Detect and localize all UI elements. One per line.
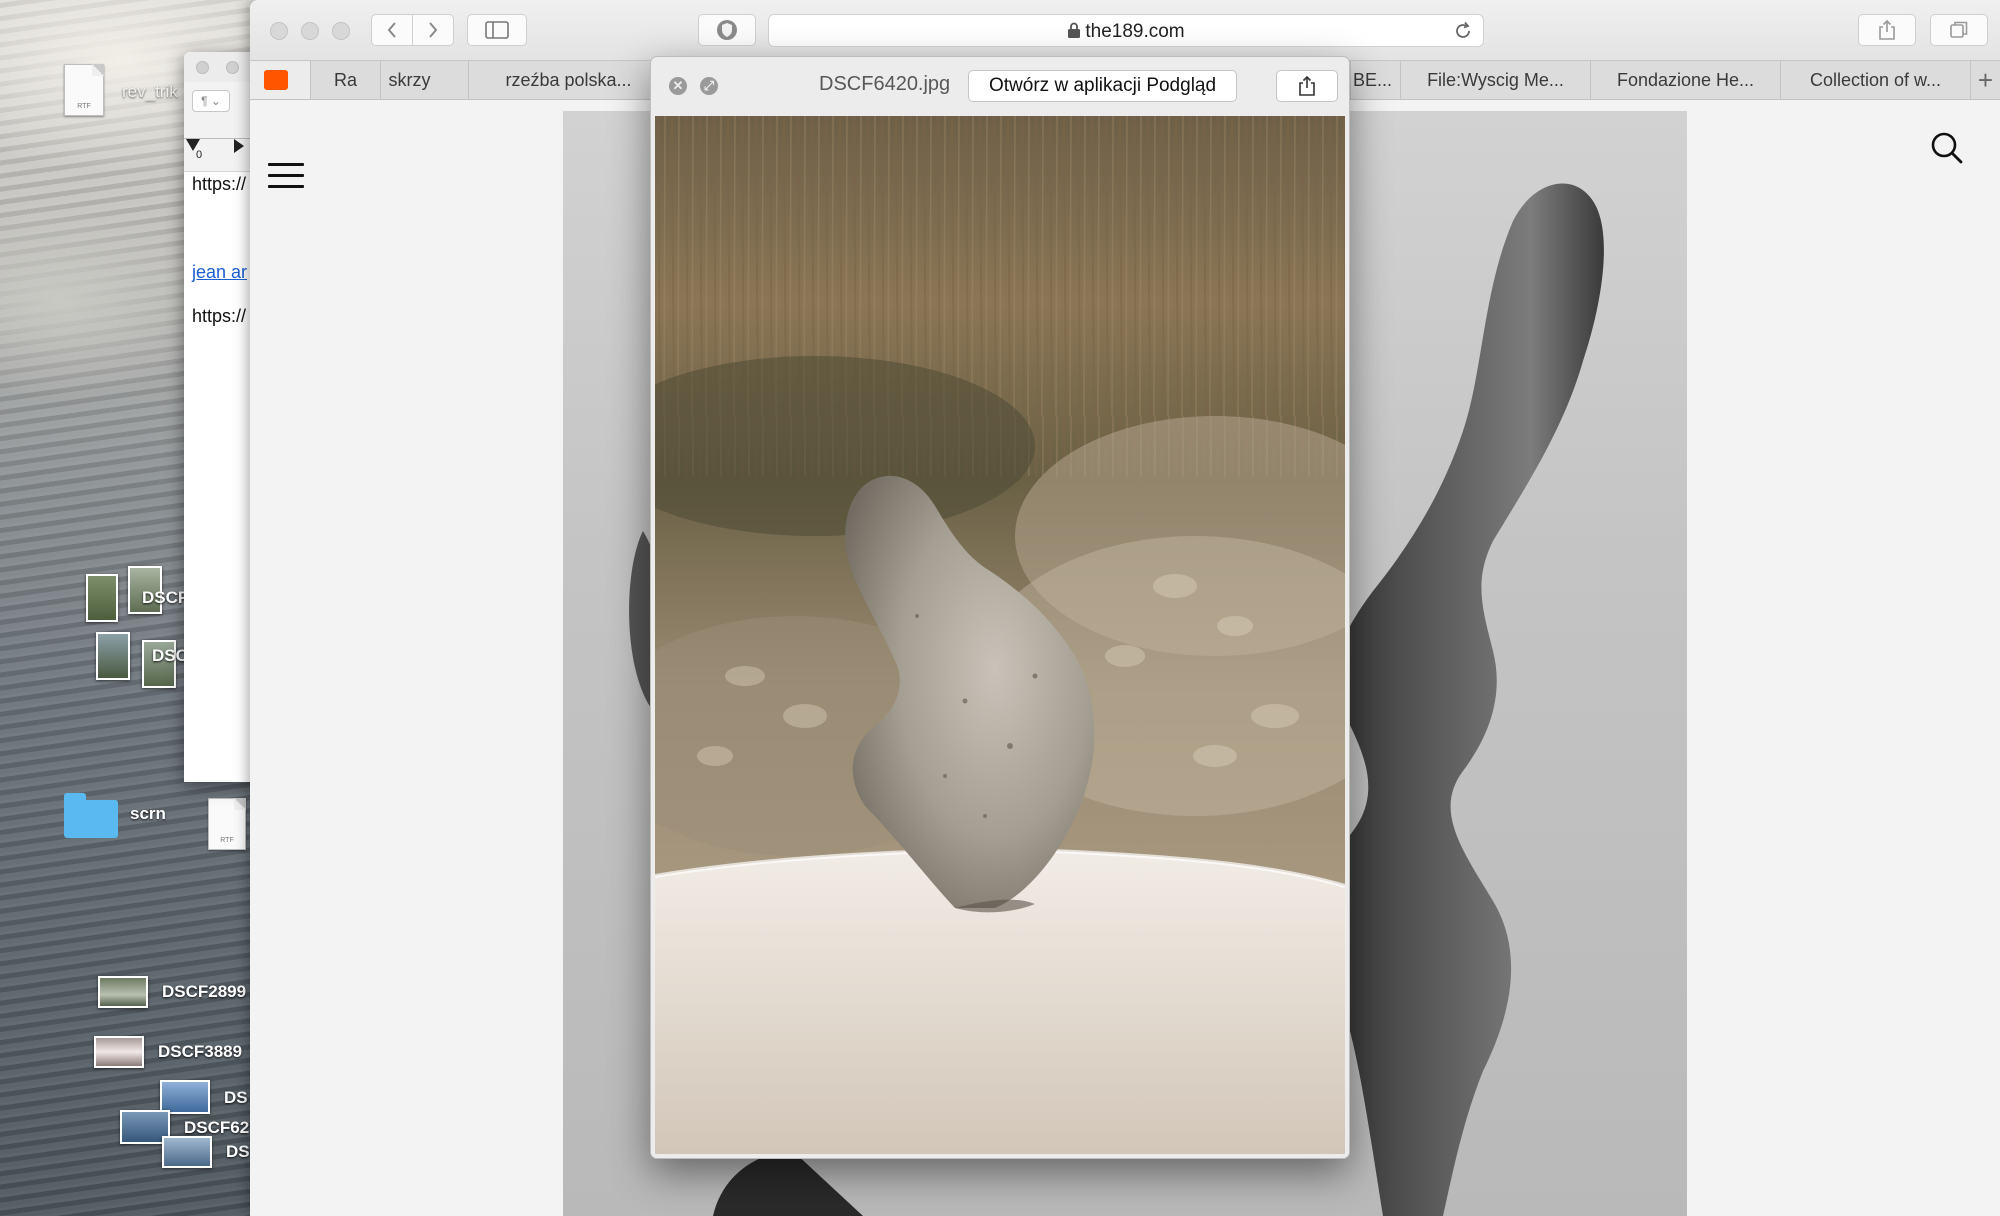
photo-thumbnail[interactable] xyxy=(160,1080,210,1114)
ruler-zero-label: 0 xyxy=(196,149,203,161)
window-minimize-button[interactable] xyxy=(301,22,319,40)
tabs-overview-icon xyxy=(1950,21,1968,38)
document-text-line[interactable]: https:// xyxy=(192,174,246,195)
document-link[interactable]: jean ar xyxy=(192,262,247,283)
hamburger-menu-icon[interactable] xyxy=(268,163,304,189)
desktop-item-label[interactable]: DSC xyxy=(152,646,188,666)
desktop-item-label[interactable]: DS xyxy=(226,1142,250,1162)
address-url[interactable]: the189.com xyxy=(769,21,1483,43)
desktop-item-label[interactable]: DSCF3889 xyxy=(158,1042,242,1062)
soundcloud-icon xyxy=(264,70,288,90)
quicklook-share-button[interactable] xyxy=(1276,70,1338,102)
share-icon xyxy=(1299,75,1315,96)
reload-icon[interactable] xyxy=(1453,21,1473,41)
privacy-extension-button[interactable] xyxy=(698,14,756,46)
stone-sculpture-photo xyxy=(655,116,1345,1154)
sidebar-button[interactable] xyxy=(467,14,527,46)
tab-item[interactable]: Ra xyxy=(310,61,380,99)
desktop-item-label[interactable]: scrn xyxy=(130,804,166,824)
chevron-left-icon xyxy=(387,22,396,38)
tab-overview-button[interactable] xyxy=(1930,14,1988,46)
new-tab-button[interactable]: + xyxy=(1970,61,2000,99)
tab-marker-icon[interactable] xyxy=(234,139,244,153)
photo-thumbnail[interactable] xyxy=(162,1136,212,1168)
window-close-button[interactable] xyxy=(270,22,288,40)
photo-thumbnail[interactable] xyxy=(96,632,130,680)
fullscreen-icon[interactable]: ⤢ xyxy=(700,77,718,95)
quicklook-header: ✕ ⤢ DSCF6420.jpg Otwórz w aplikacji Podg… xyxy=(651,57,1349,113)
search-icon[interactable] xyxy=(1930,131,1964,165)
sidebar-icon xyxy=(485,21,509,39)
desktop-item-label[interactable]: rev_trik xyxy=(122,82,178,102)
minimize-button[interactable] xyxy=(226,61,239,74)
lock-icon xyxy=(1068,22,1081,38)
quicklook-filename: DSCF6420.jpg xyxy=(819,73,951,95)
tab-soundcloud[interactable] xyxy=(250,61,310,99)
tab-item[interactable]: BE... xyxy=(1350,61,1400,99)
photo-thumbnail[interactable] xyxy=(98,976,148,1008)
desktop-item-label[interactable]: DSCF xyxy=(142,588,188,608)
back-button[interactable] xyxy=(371,14,413,46)
folder-icon[interactable] xyxy=(64,793,118,838)
url-text: the189.com xyxy=(1085,21,1185,42)
open-in-preview-button[interactable]: Otwórz w aplikacji Podgląd xyxy=(968,70,1238,102)
share-icon xyxy=(1879,19,1895,40)
close-button[interactable] xyxy=(196,61,209,74)
forward-button[interactable] xyxy=(412,14,454,46)
address-bar[interactable]: the189.com xyxy=(768,14,1484,47)
paragraph-style-dropdown[interactable]: ¶ ⌄ xyxy=(192,90,230,112)
tab-item[interactable]: Fondazione He... xyxy=(1590,61,1780,99)
quicklook-panel[interactable]: ✕ ⤢ DSCF6420.jpg Otwórz w aplikacji Podg… xyxy=(650,56,1350,1159)
rtf-file-icon[interactable]: RTF xyxy=(64,64,104,116)
photo-thumbnail[interactable] xyxy=(94,1036,144,1068)
rtf-file-icon[interactable]: RTF xyxy=(208,798,246,850)
browser-toolbar: the189.com xyxy=(250,0,2000,60)
desktop-item-label[interactable]: DSCF2899 xyxy=(162,982,246,1002)
document-text-line[interactable]: https:// xyxy=(192,306,246,327)
window-zoom-button[interactable] xyxy=(332,22,350,40)
share-button[interactable] xyxy=(1858,14,1916,46)
tab-item[interactable]: Collection of w... xyxy=(1780,61,1970,99)
tab-item[interactable]: skrzy xyxy=(380,61,438,99)
chevron-right-icon xyxy=(429,22,438,38)
desktop-item-label[interactable]: DS xyxy=(224,1088,248,1108)
shield-icon xyxy=(717,20,737,40)
close-icon[interactable]: ✕ xyxy=(669,77,687,95)
photo-thumbnail[interactable] xyxy=(86,574,118,622)
desktop-item-label[interactable]: DSCF62 xyxy=(184,1118,249,1138)
tab-item[interactable]: rzeźba polska... xyxy=(468,61,668,99)
tab-item[interactable]: File:Wyscig Me... xyxy=(1400,61,1590,99)
